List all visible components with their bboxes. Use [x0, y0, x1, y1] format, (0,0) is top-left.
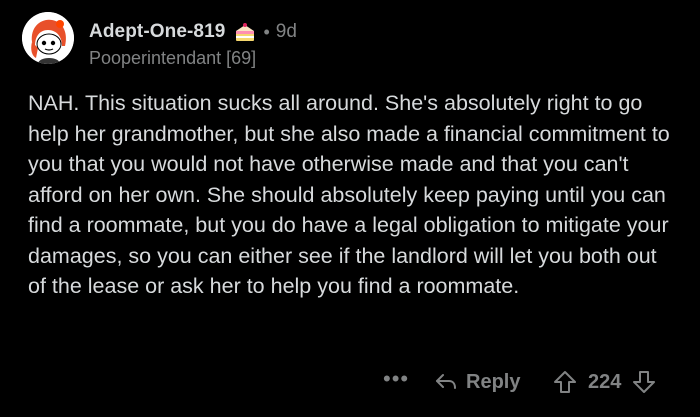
- comment-body: NAH. This situation sucks all around. Sh…: [28, 91, 670, 298]
- vote-count: 224: [588, 370, 622, 393]
- downvote-arrow-icon[interactable]: [631, 369, 657, 395]
- reply-arrow-icon: [436, 374, 456, 389]
- comment-age: 9d: [275, 21, 297, 42]
- vote-controls: 224: [552, 366, 657, 398]
- username[interactable]: Adept-One-819: [89, 21, 225, 43]
- reply-label: Reply: [466, 370, 521, 393]
- reply-button[interactable]: Reply: [434, 366, 520, 398]
- user-flair: Pooperintendant [69]: [89, 48, 257, 68]
- cake-icon: [233, 21, 257, 43]
- separator-dot: •: [263, 21, 270, 42]
- avatar[interactable]: [22, 12, 74, 64]
- comment-meta: Adept-One-819 • 9d Pooperintendant [69]: [89, 18, 297, 69]
- snoo-avatar-icon: [22, 12, 74, 64]
- upvote-arrow-icon[interactable]: [552, 369, 578, 395]
- more-options-button[interactable]: •••: [383, 366, 411, 398]
- comment: Adept-One-819 • 9d Pooperintendant [69] …: [0, 0, 700, 417]
